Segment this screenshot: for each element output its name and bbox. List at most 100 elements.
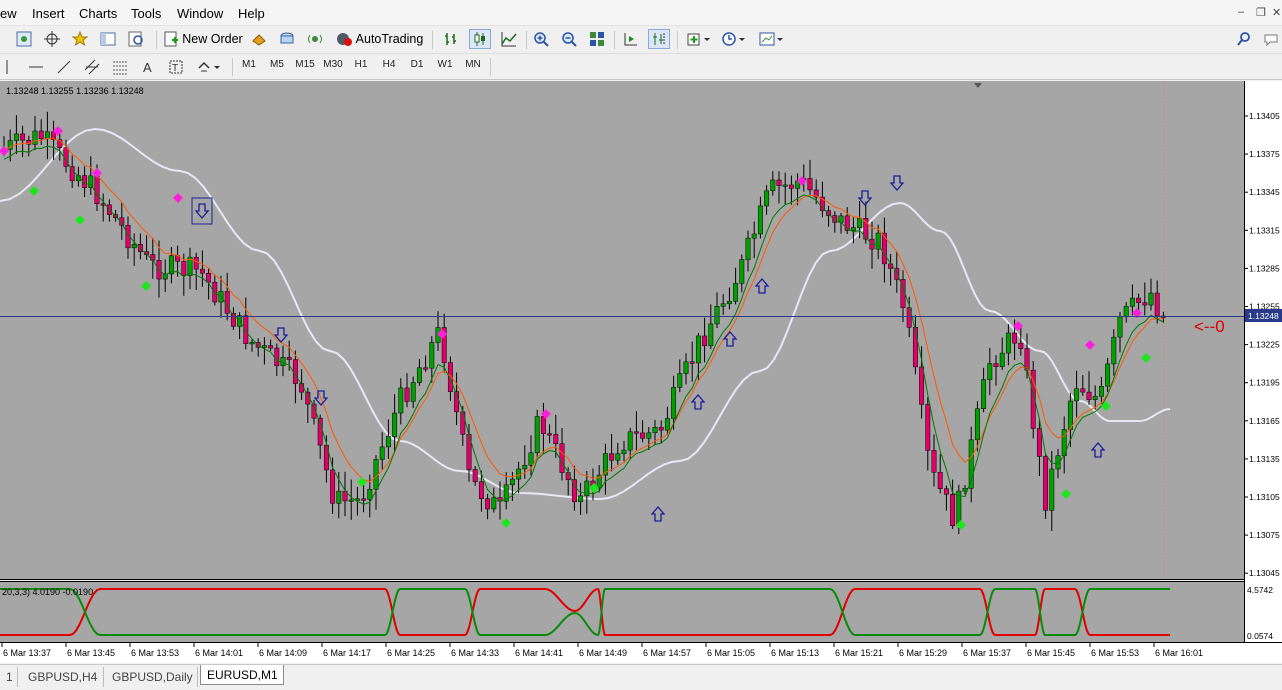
candle-body <box>726 300 732 305</box>
periods-dropdown[interactable] <box>719 29 749 49</box>
timeframe-m15[interactable]: M15 <box>292 59 318 70</box>
price-tick-label: 1.13075 <box>1249 530 1280 540</box>
restore-icon[interactable]: ❐ <box>1256 6 1266 19</box>
text-icon[interactable]: A <box>138 57 158 77</box>
vertical-line-icon[interactable] <box>2 57 12 77</box>
navigator-icon[interactable] <box>98 29 118 49</box>
candle-body <box>584 480 590 497</box>
candle-body <box>695 335 701 364</box>
menu-help[interactable]: Help <box>238 6 265 21</box>
new-order-button[interactable]: New Order <box>162 29 244 49</box>
time-tick-label: 6 Mar 15:45 <box>1027 648 1075 658</box>
candle-body <box>621 449 627 455</box>
timeframe-m30[interactable]: M30 <box>320 59 346 70</box>
close-icon[interactable]: ✕ <box>1272 6 1281 19</box>
candle-body <box>509 478 515 486</box>
candle-body <box>206 272 212 283</box>
trendline-icon[interactable] <box>54 57 74 77</box>
timeframe-m1[interactable]: M1 <box>236 59 262 70</box>
time-tick-label: 6 Mar 15:05 <box>707 648 755 658</box>
candle-body <box>640 432 646 439</box>
chart-shift-icon[interactable] <box>648 29 670 49</box>
timeframe-d1[interactable]: D1 <box>404 59 430 70</box>
candle-body <box>739 259 745 284</box>
text-label-icon[interactable]: T <box>166 57 186 77</box>
menu-insert[interactable]: Insert <box>32 6 65 21</box>
candle-body <box>243 315 249 344</box>
candle-body <box>671 387 677 419</box>
candle-body <box>1012 332 1018 344</box>
tile-windows-icon[interactable] <box>587 29 607 49</box>
candle-body <box>38 130 44 140</box>
price-tick-label: 1.13225 <box>1249 340 1280 350</box>
signals-icon[interactable] <box>305 29 325 49</box>
line-chart-icon[interactable] <box>499 29 519 49</box>
search-icon[interactable] <box>1234 29 1254 49</box>
timeframe-m5[interactable]: M5 <box>264 59 290 70</box>
templates-dropdown[interactable] <box>757 29 787 49</box>
candle-body <box>429 342 435 369</box>
minimize-icon[interactable]: – <box>1238 6 1244 18</box>
profiles-icon[interactable] <box>14 29 34 49</box>
candle-body <box>1067 400 1073 430</box>
candle-body <box>950 494 956 527</box>
tab-gbpusd-daily[interactable]: GBPUSD,Daily <box>106 667 198 687</box>
bar-chart-icon[interactable] <box>441 29 461 49</box>
candle-body <box>94 175 100 204</box>
tab-eurusd-m1[interactable]: EURUSD,M1 <box>200 665 284 685</box>
tab-1[interactable]: 1 <box>0 667 18 687</box>
timeframe-mn[interactable]: MN <box>460 59 486 70</box>
time-tick-label: 6 Mar 14:57 <box>643 648 691 658</box>
chat-icon[interactable] <box>1262 29 1282 49</box>
candle-body <box>1148 292 1154 306</box>
candle-body <box>974 408 980 441</box>
candle-body <box>708 323 714 347</box>
candle-body <box>664 418 670 431</box>
menu-charts[interactable]: Charts <box>79 6 117 21</box>
autotrading-button[interactable]: AutoTrading <box>333 29 425 49</box>
tab-gbpusd-h4[interactable]: GBPUSD,H4 <box>22 667 104 687</box>
price-tick-label: 1.13195 <box>1249 378 1280 388</box>
candle-body <box>286 356 292 360</box>
candle-body <box>745 237 751 260</box>
candle-body <box>764 190 770 207</box>
menu-view[interactable]: ew <box>0 6 17 21</box>
favorites-icon[interactable] <box>70 29 90 49</box>
candle-body <box>522 465 528 470</box>
menu-window[interactable]: Window <box>177 6 223 21</box>
zoom-out-icon[interactable] <box>559 29 579 49</box>
candle-body <box>460 411 466 435</box>
candle-body <box>410 382 416 402</box>
candle-body <box>261 345 267 348</box>
strategy-tester-icon[interactable] <box>126 29 146 49</box>
timeframe-h1[interactable]: H1 <box>348 59 374 70</box>
ohlc-info: 1.13248 1.13255 1.13236 1.13248 <box>6 86 144 96</box>
candle-body <box>181 261 187 276</box>
candle-body <box>1018 342 1024 349</box>
standard-toolbar: New Order AutoTrading <box>0 26 1282 54</box>
candle-body <box>689 361 695 364</box>
candle-body <box>683 361 689 374</box>
indicator-label: 20,3,3) 4.0190 -0.0190 <box>2 587 93 597</box>
time-tick-label: 6 Mar 14:33 <box>451 648 499 658</box>
menu-tools[interactable]: Tools <box>131 6 161 21</box>
equidistant-channel-icon[interactable] <box>82 57 102 77</box>
chart-window[interactable]: 1.13405 1.13375 1.13345 1.13315 1.13285 1.132… <box>0 81 1282 663</box>
candle-body <box>528 452 534 466</box>
data-window-icon[interactable] <box>277 29 297 49</box>
timeframe-w1[interactable]: W1 <box>432 59 458 70</box>
fibonacci-icon[interactable] <box>110 57 130 77</box>
zoom-in-icon[interactable] <box>531 29 551 49</box>
auto-scroll-icon[interactable] <box>621 29 641 49</box>
price-chart[interactable]: 1.13405 1.13375 1.13345 1.13315 1.13285 1.132… <box>0 81 1282 663</box>
indicators-dropdown[interactable] <box>684 29 714 49</box>
arrows-dropdown[interactable] <box>194 57 224 77</box>
crosshair-icon[interactable] <box>42 29 62 49</box>
timeframe-h4[interactable]: H4 <box>376 59 402 70</box>
candle-body <box>348 499 354 502</box>
candle-body <box>1154 292 1160 317</box>
price-tick-label: 1.13045 <box>1249 568 1280 578</box>
candlestick-chart-icon[interactable] <box>469 29 491 49</box>
market-watch-icon[interactable] <box>249 29 269 49</box>
horizontal-line-icon[interactable] <box>26 57 46 77</box>
